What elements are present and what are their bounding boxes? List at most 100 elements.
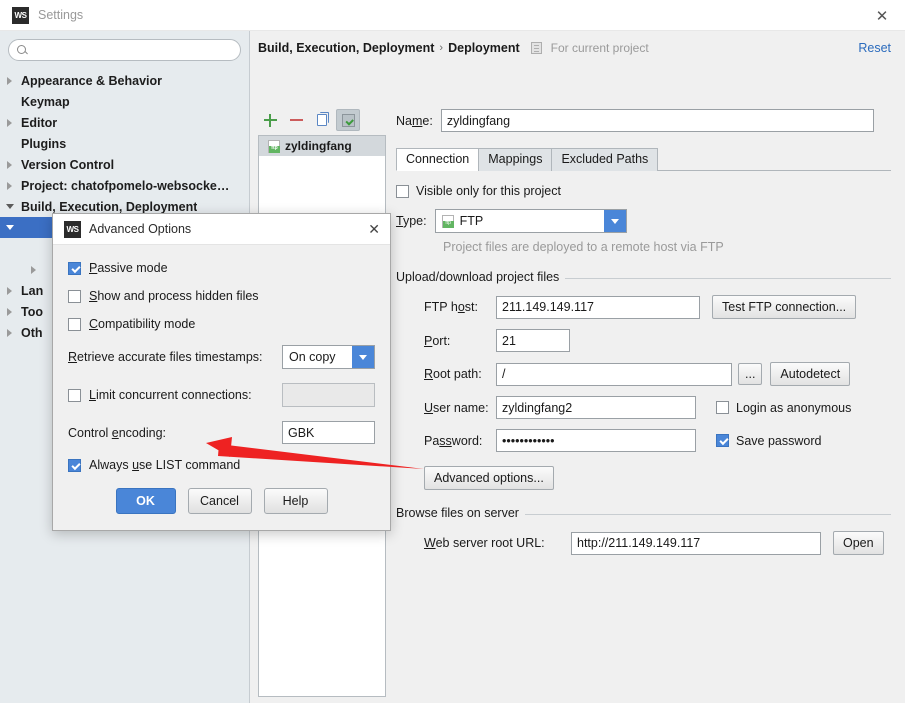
chevron-down-icon[interactable] xyxy=(6,223,15,232)
sidebar-item-label: Lan xyxy=(21,283,44,298)
save-password-checkbox[interactable] xyxy=(716,434,729,447)
control-encoding-input[interactable] xyxy=(282,421,375,444)
search-input[interactable] xyxy=(32,42,232,58)
chevron-down-icon[interactable] xyxy=(352,346,374,368)
always-use-list-command-checkbox[interactable] xyxy=(68,458,81,472)
chevron-down-icon[interactable] xyxy=(603,210,626,232)
connection-tabs: Connection Mappings Excluded Paths xyxy=(396,148,891,171)
always-use-list-command-label: Always use LIST command xyxy=(89,458,241,472)
password-row: Password: Save password xyxy=(396,429,891,452)
chevron-down-icon[interactable] xyxy=(6,202,15,211)
sidebar-item-label: Too xyxy=(21,304,43,319)
root-path-label: Root path: xyxy=(424,367,482,381)
port-label: Port: xyxy=(424,333,451,348)
list-command-row: Always use LIST command xyxy=(68,458,375,472)
hidden-files-label: Show and process hidden files xyxy=(89,289,259,303)
breadcrumb-separator: › xyxy=(439,42,444,54)
chevron-right-icon[interactable] xyxy=(30,265,39,274)
list-item[interactable]: zyldingfang xyxy=(259,136,385,156)
sidebar-item-editor[interactable]: Editor xyxy=(0,112,249,133)
deployment-form: Name: Connection Mappings Excluded Paths… xyxy=(396,109,891,565)
cancel-button[interactable]: Cancel xyxy=(187,488,252,514)
web-url-input[interactable] xyxy=(571,531,821,555)
password-input[interactable] xyxy=(496,429,696,452)
sidebar-item-project[interactable]: Project: chatofpomelo-websocke… xyxy=(0,175,249,196)
login-anonymous-label: Login as anonymous xyxy=(736,400,852,415)
port-input[interactable] xyxy=(496,329,570,352)
no-chevron-icon xyxy=(30,244,39,253)
sidebar-item-label: Plugins xyxy=(21,136,67,151)
browse-files-group: Browse files on server Web server root U… xyxy=(396,506,891,555)
no-chevron-icon xyxy=(6,139,15,148)
hidden-files-checkbox[interactable] xyxy=(68,289,81,303)
control-encoding-label: Control encoding: xyxy=(68,425,166,440)
compatibility-mode-row: Compatibility mode xyxy=(68,317,375,331)
ftp-host-input[interactable] xyxy=(496,295,700,319)
ftp-host-label: FTP host: xyxy=(424,300,478,314)
timestamps-label: Retrieve accurate files timestamps: xyxy=(68,350,263,364)
chevron-right-icon[interactable] xyxy=(6,160,15,169)
chevron-right-icon[interactable] xyxy=(6,328,15,337)
limit-connections-checkbox[interactable] xyxy=(68,388,81,402)
chevron-right-icon[interactable] xyxy=(6,307,15,316)
hidden-files-row: Show and process hidden files xyxy=(68,289,375,303)
root-path-input[interactable] xyxy=(496,362,732,386)
close-icon[interactable]: ✕ xyxy=(859,0,905,31)
search-box[interactable] xyxy=(8,39,241,61)
type-description: Project files are deployed to a remote h… xyxy=(443,240,724,254)
close-icon[interactable]: ✕ xyxy=(368,214,380,245)
limit-connections-input[interactable] xyxy=(282,383,375,407)
tab-connection[interactable]: Connection xyxy=(396,148,480,171)
add-server-button[interactable] xyxy=(258,109,282,131)
no-chevron-icon xyxy=(6,97,15,106)
passive-mode-checkbox[interactable] xyxy=(68,261,81,275)
autodetect-button[interactable]: Autodetect xyxy=(770,362,851,386)
chevron-right-icon[interactable] xyxy=(6,286,15,295)
timestamps-value: On copy xyxy=(289,350,336,364)
chevron-right-icon[interactable] xyxy=(6,76,15,85)
browse-group-body: Web server root URL: Open xyxy=(396,531,891,555)
advanced-options-button[interactable]: Advanced options... xyxy=(424,466,554,490)
chevron-right-icon[interactable] xyxy=(6,181,15,190)
name-input[interactable] xyxy=(440,109,874,132)
set-default-server-button[interactable] xyxy=(336,109,360,131)
reset-link[interactable]: Reset xyxy=(858,41,891,55)
tab-excluded-paths[interactable]: Excluded Paths xyxy=(551,148,659,171)
sidebar-item-plugins[interactable]: Plugins xyxy=(0,133,249,154)
copy-icon xyxy=(317,112,329,126)
password-label: Password: xyxy=(424,433,483,448)
breadcrumb-part-1: Build, Execution, Deployment xyxy=(258,41,435,55)
window-titlebar: WS Settings ✕ xyxy=(0,0,905,31)
root-path-browse-button[interactable]: ... xyxy=(738,363,763,385)
sidebar-item-label: Project: chatofpomelo-websocke… xyxy=(21,178,230,193)
window-title: Settings xyxy=(38,8,84,22)
copy-server-button[interactable] xyxy=(310,109,334,131)
help-button[interactable]: Help xyxy=(263,488,328,514)
visible-only-checkbox[interactable] xyxy=(396,184,409,198)
chevron-right-icon[interactable] xyxy=(6,118,15,127)
upload-group-title: Upload/download project files xyxy=(396,270,566,284)
remove-server-button[interactable] xyxy=(284,109,308,131)
timestamps-select[interactable]: On copy xyxy=(282,345,375,369)
sidebar-item-label: Oth xyxy=(21,325,43,340)
sidebar-item-version-control[interactable]: Version Control xyxy=(0,154,249,175)
dialog-buttons: OK Cancel Help xyxy=(53,488,390,514)
dialog-body: Passive mode Show and process hidden fil… xyxy=(53,245,390,472)
open-url-button[interactable]: Open xyxy=(833,531,884,555)
search-icon xyxy=(17,44,28,56)
limit-connections-label: Limit concurrent connections: xyxy=(89,388,252,402)
sidebar-item-label: Editor xyxy=(21,115,58,130)
browse-group-title: Browse files on server xyxy=(396,506,525,520)
sidebar-item-label: Version Control xyxy=(21,157,115,172)
user-name-input[interactable] xyxy=(496,396,696,419)
sidebar-item-keymap[interactable]: Keymap xyxy=(0,91,249,112)
sidebar-item-appearance[interactable]: Appearance & Behavior xyxy=(0,70,249,91)
tab-mappings[interactable]: Mappings xyxy=(478,148,553,171)
compatibility-mode-label: Compatibility mode xyxy=(89,317,196,331)
control-encoding-row: Control encoding: xyxy=(68,421,375,444)
type-select[interactable]: FTP xyxy=(434,209,627,233)
ok-button[interactable]: OK xyxy=(115,488,176,514)
test-ftp-connection-button[interactable]: Test FTP connection... xyxy=(712,295,857,319)
login-anonymous-checkbox[interactable] xyxy=(716,401,729,414)
compatibility-mode-checkbox[interactable] xyxy=(68,317,81,331)
